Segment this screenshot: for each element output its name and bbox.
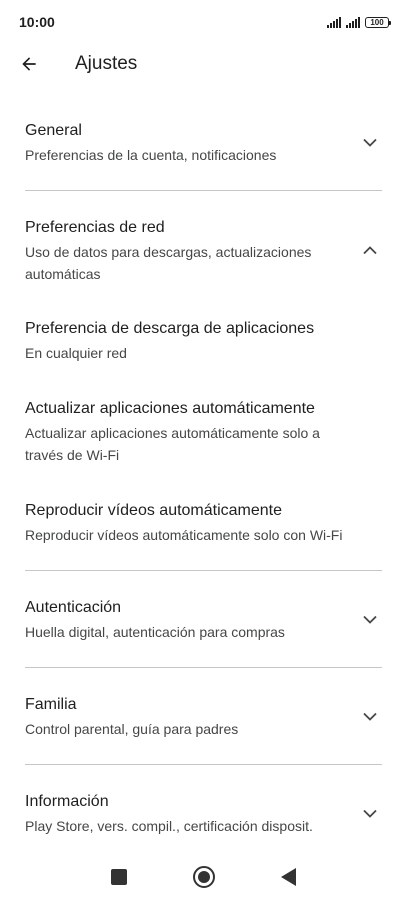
app-bar: Ajustes [0, 44, 407, 84]
chevron-down-icon [358, 704, 382, 728]
status-time: 10:00 [19, 14, 55, 30]
divider [25, 190, 382, 191]
section-subtitle: Play Store, vers. compil., certificación… [25, 818, 313, 834]
chevron-down-icon [358, 607, 382, 631]
section-authentication[interactable]: Autenticación Huella digital, autenticac… [25, 597, 382, 643]
status-bar: 10:00 100 [0, 0, 407, 44]
section-general[interactable]: General Preferencias de la cuenta, notif… [25, 120, 382, 166]
home-icon [198, 871, 210, 883]
system-back-button[interactable] [281, 868, 296, 886]
section-subtitle: Control parental, guía para padres [25, 721, 239, 737]
divider [25, 764, 382, 765]
setting-subtitle: Actualizar aplicaciones automáticamente … [25, 425, 320, 463]
chevron-up-icon [358, 238, 382, 262]
setting-subtitle: Reproducir vídeos automáticamente solo c… [25, 527, 343, 543]
setting-download-preference[interactable]: Preferencia de descarga de aplicaciones … [25, 318, 382, 364]
section-family[interactable]: Familia Control parental, guía para padr… [25, 694, 382, 740]
setting-auto-update-apps[interactable]: Actualizar aplicaciones automáticamente … [25, 398, 382, 466]
setting-autoplay-videos[interactable]: Reproducir vídeos automáticamente Reprod… [25, 500, 382, 546]
page-title: Ajustes [75, 53, 138, 74]
battery-level: 100 [370, 17, 384, 27]
divider [25, 667, 382, 668]
setting-title: Preferencia de descarga de aplicaciones [25, 320, 315, 337]
section-title: General [25, 122, 82, 139]
settings-screen: 10:00 100 Ajustes General Preferencias d… [0, 0, 407, 906]
signal-icon [327, 16, 341, 28]
home-button[interactable] [193, 866, 215, 888]
status-icons: 100 [327, 16, 391, 28]
battery-icon: 100 [365, 16, 391, 28]
setting-title: Reproducir vídeos automáticamente [25, 502, 283, 519]
section-subtitle: Preferencias de la cuenta, notificacione… [25, 147, 277, 163]
chevron-down-icon [358, 130, 382, 154]
system-nav-bar [0, 848, 407, 906]
arrow-back-icon [22, 57, 36, 71]
section-subtitle: Huella digital, autenticación para compr… [25, 624, 285, 640]
recents-button[interactable] [111, 869, 127, 885]
section-title: Preferencias de red [25, 219, 165, 236]
back-button[interactable] [9, 44, 49, 84]
section-title: Autenticación [25, 599, 122, 616]
section-title: Información [25, 793, 109, 810]
section-title: Familia [25, 696, 77, 713]
chevron-down-icon [358, 801, 382, 825]
divider [25, 570, 382, 571]
section-information[interactable]: Información Play Store, vers. compil., c… [25, 791, 382, 837]
setting-subtitle: En cualquier red [25, 345, 127, 361]
setting-title: Actualizar aplicaciones automáticamente [25, 400, 315, 417]
signal-icon [346, 16, 360, 28]
section-network[interactable]: Preferencias de red Uso de datos para de… [25, 217, 382, 285]
section-subtitle: Uso de datos para descargas, actualizaci… [25, 244, 312, 282]
